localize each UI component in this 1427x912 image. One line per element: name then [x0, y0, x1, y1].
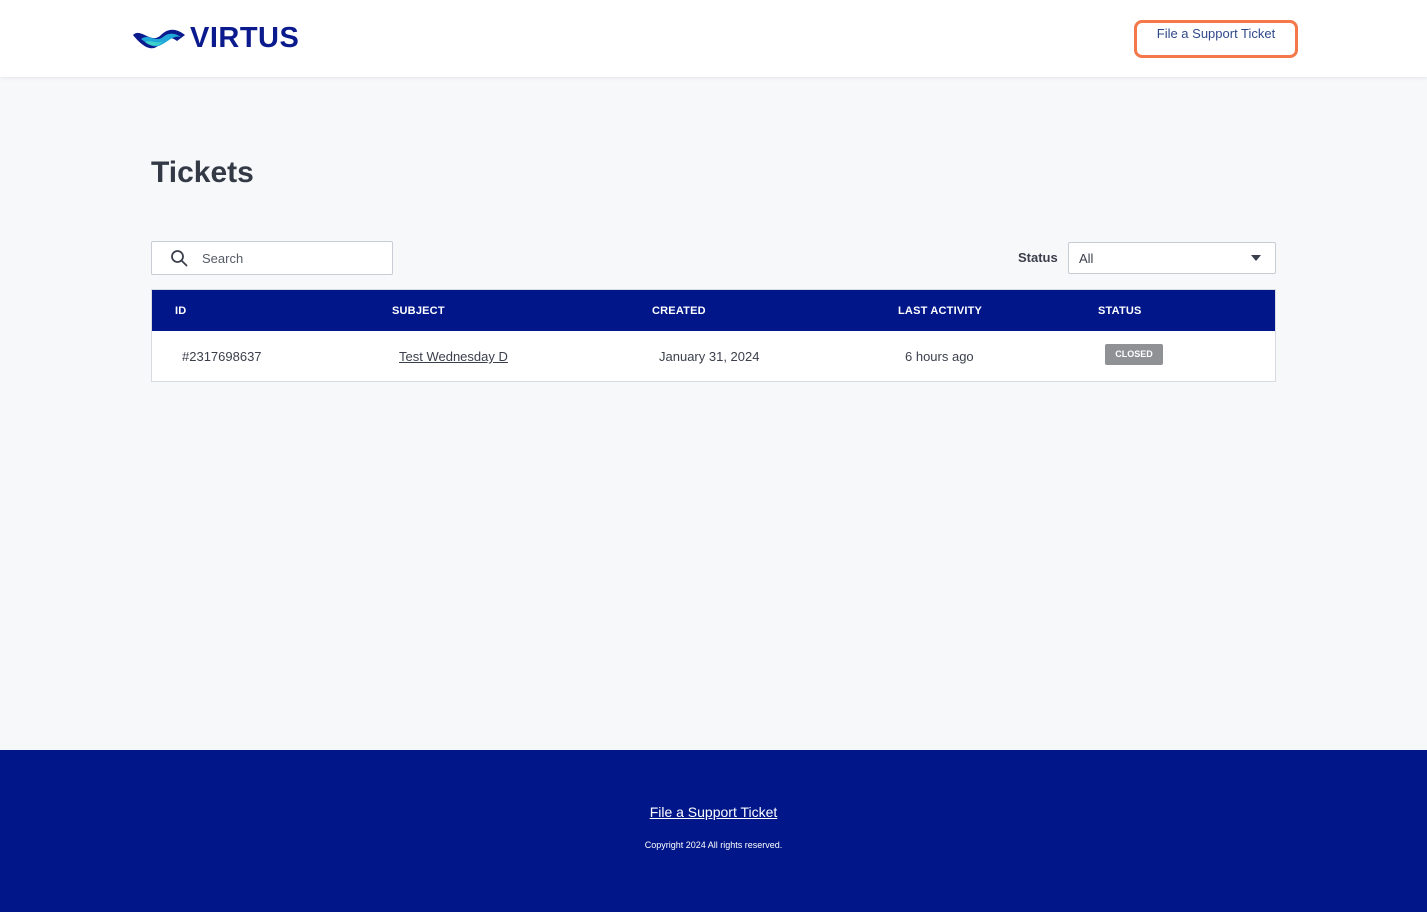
tickets-table: ID SUBJECT CREATED LAST ACTIVITY STATUS …: [151, 289, 1276, 382]
status-filter-select[interactable]: All: [1068, 242, 1276, 274]
column-header-status[interactable]: STATUS: [1098, 305, 1142, 317]
search-icon: [171, 250, 188, 267]
status-filter-label: Status: [1018, 250, 1058, 265]
copyright-text: Copyright 2024 All rights reserved.: [644, 840, 783, 850]
virtus-logo[interactable]: VIRTUS: [131, 21, 299, 55]
ticket-id: #2317698637: [182, 349, 262, 364]
column-header-id[interactable]: ID: [175, 305, 186, 317]
virtus-wave-logo-icon: [133, 29, 185, 49]
brand-name: VIRTUS: [190, 21, 300, 54]
column-header-last-activity[interactable]: LAST ACTIVITY: [898, 305, 982, 317]
caret-down-icon: [1251, 255, 1261, 261]
search-input[interactable]: [202, 242, 387, 274]
status-badge: CLOSED: [1105, 344, 1163, 365]
table-header: ID SUBJECT CREATED LAST ACTIVITY STATUS: [152, 290, 1275, 331]
ticket-created-date: January 31, 2024: [659, 349, 760, 364]
ticket-subject-link[interactable]: Test Wednesday D: [399, 349, 508, 364]
file-support-ticket-link[interactable]: File a Support Ticket: [1134, 20, 1298, 58]
page-title: Tickets: [151, 156, 254, 189]
ticket-last-activity: 6 hours ago: [905, 349, 974, 364]
column-header-subject[interactable]: SUBJECT: [392, 305, 445, 317]
site-header: VIRTUS File a Support Ticket: [0, 0, 1427, 77]
status-filter-value: All: [1079, 251, 1094, 266]
footer-support-ticket-link[interactable]: File a Support Ticket: [0, 804, 1427, 820]
site-footer: File a Support Ticket Copyright 2024 All…: [0, 750, 1427, 912]
search-box[interactable]: [151, 241, 393, 275]
column-header-created[interactable]: CREATED: [652, 305, 706, 317]
